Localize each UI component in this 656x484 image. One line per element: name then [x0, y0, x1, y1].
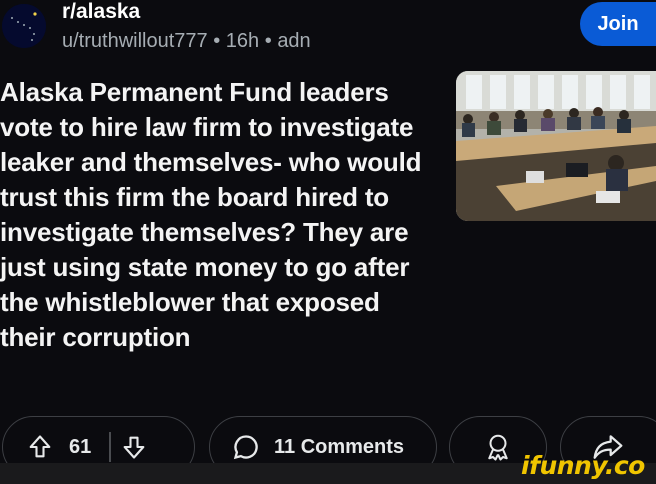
post-meta: u/truthwillout777 • 16h • adn [62, 30, 311, 53]
meta-separator: • [213, 30, 221, 52]
meta-separator: • [264, 30, 272, 52]
post-title[interactable]: Alaska Permanent Fund leaders vote to hi… [0, 75, 430, 355]
upvote-icon[interactable] [25, 432, 55, 462]
author-name[interactable]: u/truthwillout777 [62, 30, 208, 52]
post-thumbnail[interactable] [456, 71, 656, 221]
comment-icon [233, 435, 258, 460]
post-flair: adn [277, 30, 311, 52]
join-button[interactable]: Join [580, 2, 656, 46]
subreddit-avatar[interactable] [2, 4, 46, 48]
vote-divider [109, 432, 111, 462]
post-header: r/alaska u/truthwillout777 • 16h • adn J… [0, 0, 656, 60]
award-icon [488, 434, 508, 461]
comments-label: 11 Comments [274, 435, 405, 458]
downvote-icon[interactable] [119, 432, 149, 462]
post-age: 16h [225, 30, 260, 52]
vote-count: 61 [69, 435, 92, 458]
watermark: ifunny.co [521, 451, 645, 480]
subreddit-name[interactable]: r/alaska [62, 0, 140, 24]
